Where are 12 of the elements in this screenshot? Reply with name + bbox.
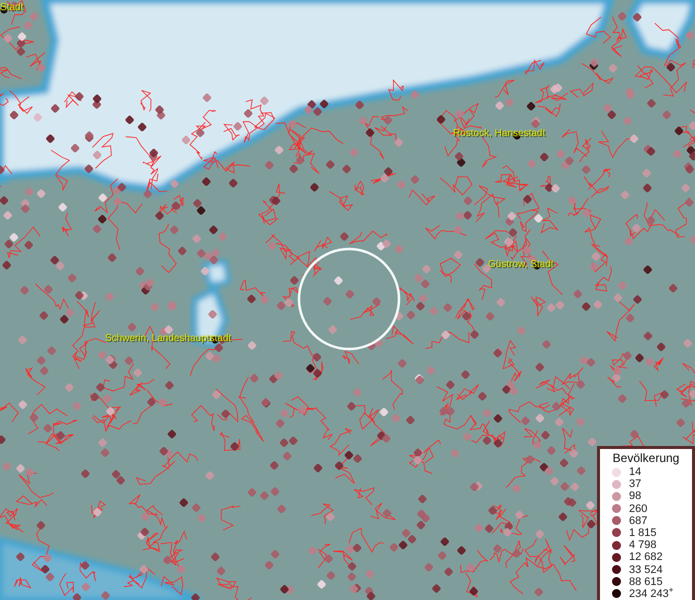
- legend-label: 260: [629, 502, 648, 515]
- legend-label: 37: [629, 478, 642, 490]
- legend-label: 4 798: [629, 539, 657, 552]
- legend-label: 98: [629, 490, 642, 502]
- legend-label: 12 682: [629, 551, 663, 564]
- legend-label: 234 243$^{+}$: [629, 588, 674, 600]
- legend-label: 687: [629, 514, 648, 527]
- legend-title: Bevölkerung: [612, 450, 680, 465]
- legend-label: 33 524: [629, 564, 663, 576]
- legend-label: 14: [629, 466, 642, 478]
- legend-label: 1 815: [629, 526, 657, 539]
- legend-label: 88 615: [629, 576, 663, 588]
